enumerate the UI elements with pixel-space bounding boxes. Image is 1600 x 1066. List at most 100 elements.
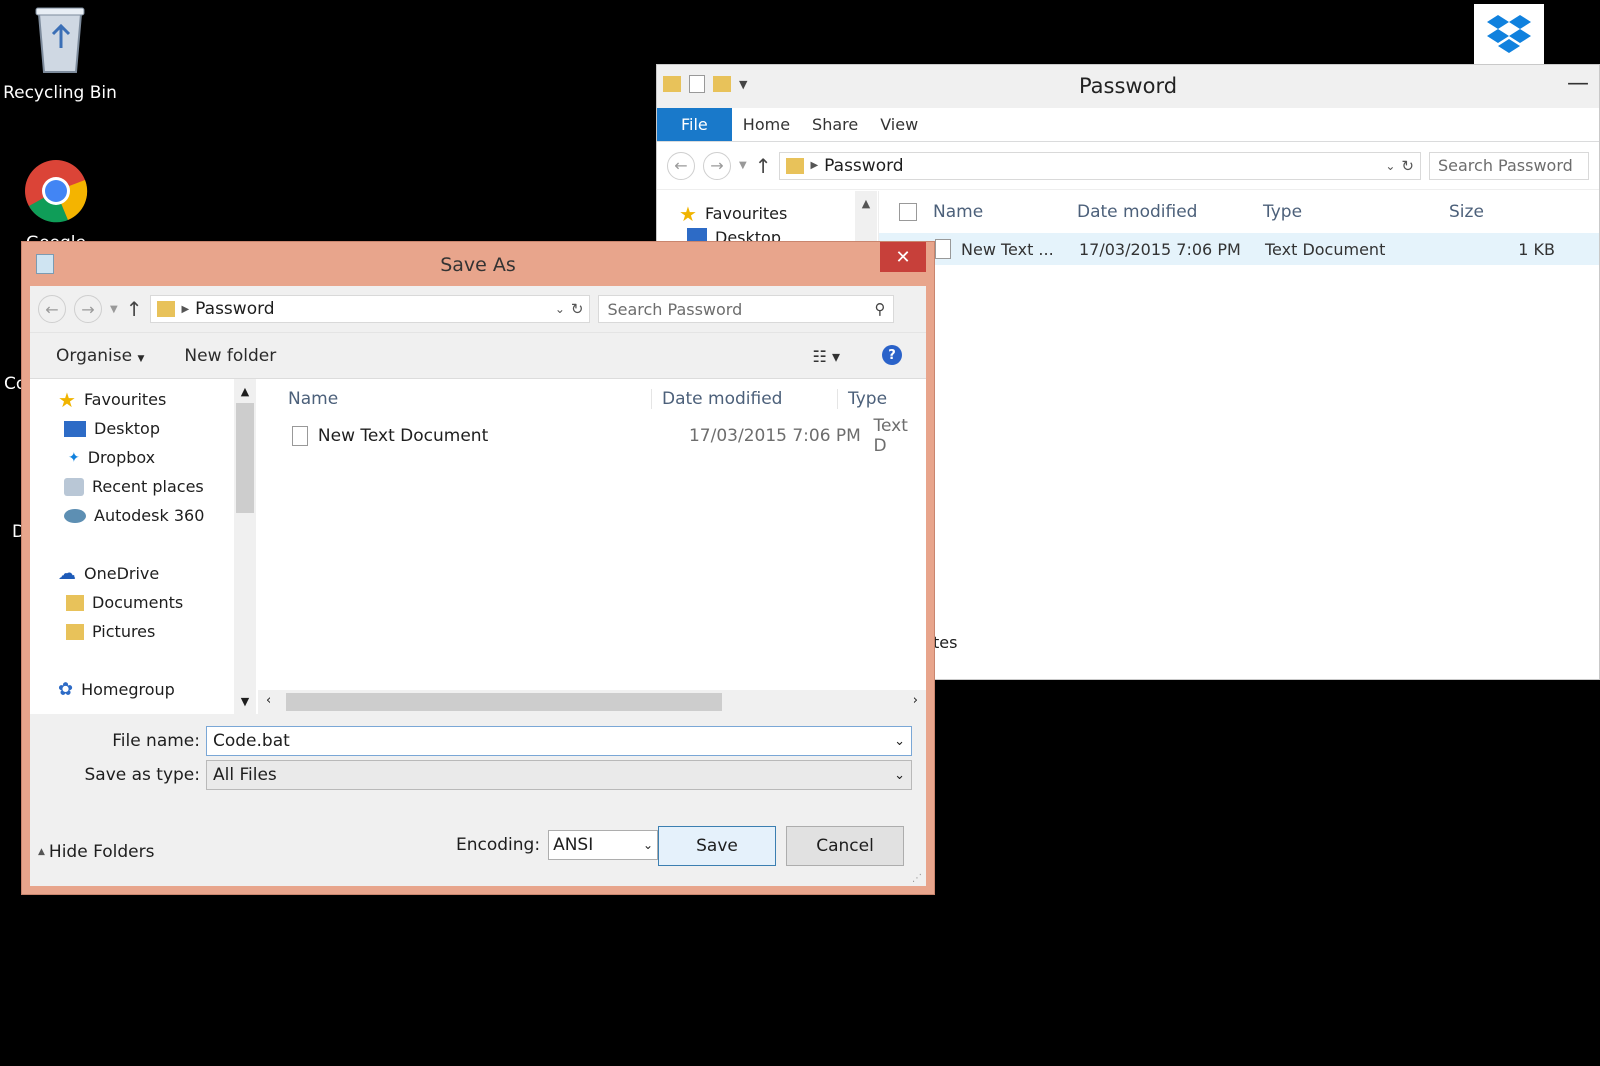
column-size[interactable]: Size	[1449, 202, 1484, 222]
column-type[interactable]: Type	[1263, 202, 1449, 222]
nav-item-label: OneDrive	[84, 564, 160, 583]
back-button[interactable]: ←	[38, 295, 66, 323]
horizontal-scrollbar[interactable]: ‹ ›	[258, 690, 926, 714]
column-date-modified[interactable]: Date modified	[652, 389, 838, 409]
minimize-button[interactable]: —	[1567, 71, 1589, 96]
column-headers: Name Date modified Type Size	[879, 191, 1599, 233]
file-list[interactable]: Name Date modified Type Size New Text ..…	[879, 191, 1599, 679]
nav-scrollbar[interactable]: ▲	[855, 191, 877, 241]
close-button[interactable]: ✕	[880, 242, 926, 272]
view-options-button[interactable]: ☷ ▾	[813, 347, 840, 366]
close-icon: ✕	[895, 246, 911, 268]
file-date: 17/03/2015 7:06 PM	[1079, 239, 1241, 259]
address-bar[interactable]: ▶ Password ⌄ ↻	[150, 295, 591, 323]
file-type: Text Document	[1265, 239, 1386, 259]
recent-locations-button[interactable]: ▼	[110, 304, 118, 315]
file-row[interactable]: New Text Document 17/03/2015 7:06 PM Tex…	[258, 416, 926, 456]
forward-button[interactable]: →	[703, 151, 731, 180]
star-icon: ★	[58, 387, 76, 412]
folder-icon	[786, 157, 805, 174]
navigation-pane[interactable]: ★ Favourites Desktop ✦ Dropbox Recent pl…	[30, 379, 258, 714]
nav-item-desktop[interactable]: Desktop	[30, 414, 258, 443]
chevron-down-icon[interactable]: ⌄	[555, 302, 565, 316]
recent-locations-button[interactable]: ▼	[739, 160, 747, 171]
nav-item-onedrive[interactable]: ☁ OneDrive	[30, 559, 258, 588]
help-icon[interactable]: ?	[882, 345, 902, 365]
dialog-titlebar[interactable]: Save As ✕	[22, 242, 934, 286]
file-name-field[interactable]: Code.bat ⌄	[206, 726, 912, 756]
explorer-titlebar[interactable]: ▼ Password —	[657, 65, 1599, 108]
dropbox-icon: ✦	[68, 449, 80, 466]
column-name[interactable]: Name	[258, 389, 652, 409]
explorer-address-row: ← → ▼ ↑ ▶ Password ⌄ ↻ Search Password	[657, 142, 1599, 190]
address-bar[interactable]: ▶ Password ⌄ ↻	[779, 151, 1421, 180]
cancel-button[interactable]: Cancel	[786, 826, 904, 866]
dropbox-icon	[1487, 15, 1531, 53]
up-button[interactable]: ↑	[126, 297, 143, 321]
nav-item-label: Autodesk 360	[94, 506, 205, 525]
nav-item-favourites[interactable]: ★ Favourites	[657, 199, 878, 228]
column-date-modified[interactable]: Date modified	[1077, 202, 1263, 222]
recent-places-icon	[64, 477, 84, 496]
nav-item-pictures[interactable]: Pictures	[30, 617, 258, 646]
tab-view[interactable]: View	[869, 115, 929, 141]
search-input[interactable]: Search Password ⚲	[598, 295, 895, 323]
tab-share[interactable]: Share	[801, 115, 869, 141]
file-name: New Text ...	[961, 239, 1054, 259]
file-row[interactable]: New Text ... 17/03/2015 7:06 PM Text Doc…	[879, 233, 1599, 265]
column-name[interactable]: Name	[933, 202, 1077, 222]
refresh-icon[interactable]: ↻	[1401, 157, 1414, 175]
search-input[interactable]: Search Password	[1429, 151, 1589, 180]
cloud-icon: ☁	[58, 563, 76, 584]
chevron-down-icon: ▼	[137, 353, 145, 364]
nav-item-dropbox[interactable]: ✦ Dropbox	[30, 443, 258, 472]
save-as-type-row: Save as type: All Files ⌄	[30, 760, 912, 790]
save-as-type-select[interactable]: All Files ⌄	[206, 760, 912, 790]
desktop-icon	[687, 228, 707, 242]
organise-button[interactable]: Organise ▼	[56, 346, 144, 366]
scrollbar-thumb[interactable]	[286, 693, 722, 711]
save-as-dialog[interactable]: Save As ✕ ← → ▼ ↑ ▶ Password ⌄ ↻ Search …	[21, 241, 935, 895]
file-list[interactable]: Name Date modified Type New Text Documen…	[258, 379, 926, 714]
chrome-shortcut[interactable]: Google	[0, 158, 116, 253]
save-button[interactable]: Save	[658, 826, 776, 866]
forward-button[interactable]: →	[74, 295, 102, 323]
back-button[interactable]: ←	[667, 151, 695, 180]
up-button[interactable]: ↑	[755, 154, 772, 178]
dropbox-desktop-icon[interactable]	[1474, 4, 1544, 64]
search-placeholder: Search Password	[607, 299, 743, 319]
autodesk-360-icon	[64, 508, 86, 523]
nav-item-label: Documents	[92, 593, 184, 612]
column-type[interactable]: Type	[838, 389, 887, 409]
dialog-address-row: ← → ▼ ↑ ▶ Password ⌄ ↻ Search Password ⚲	[30, 286, 926, 332]
nav-item-label: Homegroup	[81, 680, 175, 699]
hide-folders-button[interactable]: ▲ Hide Folders	[38, 842, 154, 862]
encoding-select[interactable]: ANSI ⌄	[548, 830, 659, 860]
scrollbar-thumb[interactable]	[236, 403, 254, 513]
folder-icon	[66, 594, 84, 611]
ribbon-tabs: File Home Share View	[657, 108, 1599, 142]
resize-grip-icon[interactable]: ⋰	[912, 873, 922, 884]
recycle-bin-shortcut[interactable]: Recycling Bin	[0, 4, 120, 103]
nav-item-recent-places[interactable]: Recent places	[30, 472, 258, 501]
nav-scrollbar[interactable]: ▲ ▼	[234, 379, 256, 714]
status-text-clipped: tes	[933, 633, 958, 652]
nav-item-documents[interactable]: Documents	[30, 588, 258, 617]
nav-item-homegroup[interactable]: ✿ Homegroup	[30, 675, 258, 704]
nav-item-autodesk-360[interactable]: Autodesk 360	[30, 501, 258, 530]
file-name: New Text Document	[317, 426, 489, 446]
chevron-down-icon[interactable]: ⌄	[894, 734, 905, 749]
tab-home[interactable]: Home	[732, 115, 801, 141]
chevron-down-icon[interactable]: ⌄	[1385, 159, 1395, 173]
tab-file[interactable]: File	[657, 108, 732, 141]
nav-item-label: Favourites	[704, 204, 788, 223]
chevron-right-icon: ▶	[181, 303, 190, 315]
arrow-left-icon: ←	[45, 299, 59, 319]
nav-item-favourites[interactable]: ★ Favourites	[30, 385, 258, 414]
select-all-checkbox[interactable]	[899, 203, 917, 221]
file-size: 1 KB	[1518, 239, 1555, 259]
nav-item-label: Recent places	[92, 477, 204, 496]
nav-item-label: Favourites	[83, 390, 167, 409]
refresh-icon[interactable]: ↻	[571, 300, 584, 318]
new-folder-button[interactable]: New folder	[184, 346, 276, 366]
